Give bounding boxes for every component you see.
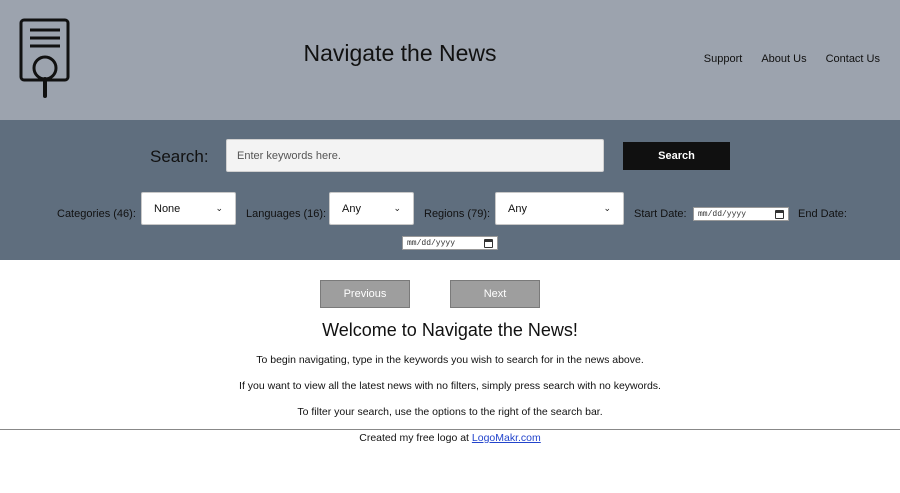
welcome-line: To begin navigating, type in the keyword… xyxy=(256,354,644,366)
categories-selected: None xyxy=(154,202,181,215)
start-date-value: mm/dd/yyyy xyxy=(698,209,747,219)
end-date-input[interactable]: mm/dd/yyyy xyxy=(402,236,498,250)
languages-label: Languages (16): xyxy=(246,208,327,220)
regions-select[interactable]: Any ⌄ xyxy=(495,192,624,225)
chevron-down-icon: ⌄ xyxy=(215,203,223,213)
calendar-icon[interactable] xyxy=(775,209,784,219)
end-date-value: mm/dd/yyyy xyxy=(407,238,456,248)
chevron-down-icon: ⌄ xyxy=(393,203,401,213)
site-header: Navigate the News Support About Us Conta… xyxy=(0,0,900,120)
logomakr-link[interactable]: LogoMakr.com xyxy=(472,432,541,444)
search-input[interactable] xyxy=(226,139,604,172)
start-date-input[interactable]: mm/dd/yyyy xyxy=(693,207,789,221)
search-panel: Search: Search Categories (46): None ⌄ L… xyxy=(0,120,900,260)
languages-select[interactable]: Any ⌄ xyxy=(329,192,414,225)
footer-divider xyxy=(0,429,900,430)
nav-contact-link[interactable]: Contact Us xyxy=(826,53,880,65)
start-date-label: Start Date: xyxy=(634,208,687,220)
nav-support-link[interactable]: Support xyxy=(704,53,743,65)
welcome-title: Welcome to Navigate the News! xyxy=(322,320,578,340)
categories-label: Categories (46): xyxy=(57,208,136,220)
categories-select[interactable]: None ⌄ xyxy=(141,192,236,225)
regions-selected: Any xyxy=(508,202,527,215)
languages-selected: Any xyxy=(342,202,361,215)
previous-button[interactable]: Previous xyxy=(320,280,410,308)
calendar-icon[interactable] xyxy=(484,238,493,248)
chevron-down-icon: ⌄ xyxy=(603,203,611,213)
next-button[interactable]: Next xyxy=(450,280,540,308)
top-nav: Support About Us Contact Us xyxy=(685,53,880,65)
nav-about-link[interactable]: About Us xyxy=(761,53,806,65)
site-title: Navigate the News xyxy=(303,40,497,66)
footer-text: Created my free logo at xyxy=(359,432,469,444)
welcome-line: To filter your search, use the options t… xyxy=(297,406,603,418)
regions-label: Regions (79): xyxy=(424,208,491,220)
search-label: Search: xyxy=(150,147,209,166)
search-button[interactable]: Search xyxy=(623,142,730,170)
news-search-logo-icon[interactable] xyxy=(18,18,72,100)
welcome-line: If you want to view all the latest news … xyxy=(239,380,661,392)
footer: Created my free logo at LogoMakr.com xyxy=(0,432,900,444)
end-date-label: End Date: xyxy=(798,208,847,220)
